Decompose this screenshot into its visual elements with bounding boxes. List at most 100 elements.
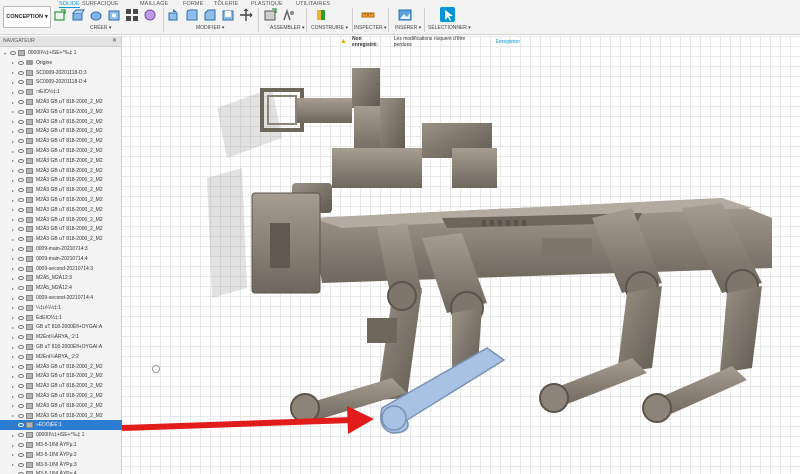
chevron-right-icon[interactable]: ▸ — [10, 335, 16, 340]
chevron-right-icon[interactable]: ▸ — [10, 60, 16, 65]
chevron-right-icon[interactable]: ▸ — [10, 139, 16, 144]
visibility-eye-icon[interactable] — [18, 256, 24, 261]
chevron-right-icon[interactable]: ▸ — [10, 384, 16, 389]
tree-node[interactable]: ▸ M2Ä3 GB uT 818-2000_2_M2 — [0, 205, 122, 215]
chevron-right-icon[interactable]: ▸ — [10, 462, 16, 467]
chevron-right-icon[interactable]: ▸ — [10, 149, 16, 154]
chevron-right-icon[interactable]: ▸ — [10, 80, 16, 85]
visibility-eye-icon[interactable] — [18, 423, 24, 428]
visibility-eye-icon[interactable] — [18, 227, 24, 232]
visibility-eye-icon[interactable] — [10, 51, 16, 55]
measure-icon[interactable] — [360, 7, 375, 22]
visibility-eye-icon[interactable] — [18, 168, 24, 173]
tree-node[interactable]: ▸ M2Ä3 GB uT 818-2000_2_M2 — [0, 107, 122, 117]
visibility-eye-icon[interactable] — [18, 452, 24, 457]
visibility-eye-icon[interactable] — [18, 462, 24, 467]
chevron-right-icon[interactable]: ▸ — [10, 433, 16, 438]
chevron-right-icon[interactable]: ▸ — [10, 364, 16, 369]
chevron-right-icon[interactable]: ▸ — [10, 227, 16, 232]
visibility-eye-icon[interactable] — [18, 129, 24, 134]
visibility-eye-icon[interactable] — [18, 90, 24, 95]
tree-node[interactable]: ▸ M2Ä3 GB uT 818-2000_2_M2 — [0, 97, 122, 107]
tree-root[interactable]: ▾ 0000II⅓‡+iSE+°‰‡ 1 — [0, 48, 122, 58]
tree-node[interactable]: ▸ M2Ä3 GB uT 818-2000_2_M2 — [0, 234, 122, 244]
tree-node[interactable]: ▸ SC0009-20201118-D:4 — [0, 77, 122, 87]
visibility-eye-icon[interactable] — [18, 374, 24, 379]
tree-node[interactable]: ▸ 0000II⅓‡+iSE+°‰‡ 1 — [0, 430, 122, 440]
visibility-eye-icon[interactable] — [18, 335, 24, 340]
tree-node[interactable]: ▸ M3-5-1INI ÄYPµ:3 — [0, 460, 122, 470]
visibility-eye-icon[interactable] — [18, 345, 24, 349]
insert-image-icon[interactable] — [397, 7, 412, 22]
joint-icon[interactable] — [280, 7, 295, 22]
tree-node[interactable]: ▸ M2Ènt¼ÀRYA_:2:2 — [0, 352, 122, 362]
visibility-eye-icon[interactable] — [18, 266, 24, 271]
visibility-eye-icon[interactable] — [18, 325, 24, 330]
visibility-eye-icon[interactable] — [18, 70, 24, 75]
chevron-right-icon[interactable]: ▸ — [10, 345, 16, 350]
visibility-eye-icon[interactable] — [18, 80, 24, 85]
visibility-eye-icon[interactable] — [18, 237, 24, 242]
chevron-right-icon[interactable]: ▸ — [10, 207, 16, 212]
tree-node[interactable]: ▸ GB uT 818-2000Èfl+OYGAI:A — [0, 322, 122, 332]
visibility-eye-icon[interactable] — [18, 305, 24, 310]
visibility-eye-icon[interactable] — [18, 433, 24, 438]
visibility-eye-icon[interactable] — [18, 109, 24, 114]
chevron-right-icon[interactable]: ▸ — [10, 354, 16, 359]
visibility-eye-icon[interactable] — [18, 276, 24, 281]
visibility-eye-icon[interactable] — [18, 247, 24, 251]
chevron-right-icon[interactable]: ▸ — [10, 100, 16, 105]
chevron-right-icon[interactable]: ▸ — [10, 158, 16, 163]
group-label-construire[interactable]: CONSTRUIRE ▾ — [311, 25, 348, 31]
save-button[interactable]: Enregistrer — [496, 39, 520, 45]
chevron-right-icon[interactable]: ▸ — [10, 423, 16, 428]
extrude-icon[interactable] — [70, 7, 85, 22]
tree-node[interactable]: ▸ GB uT 818-2000Èfl+OYGAI:A — [0, 342, 122, 352]
select-cursor-icon[interactable] — [440, 7, 455, 22]
chevron-right-icon[interactable]: ▸ — [10, 394, 16, 399]
visibility-eye-icon[interactable] — [18, 296, 24, 300]
visibility-eye-icon[interactable] — [18, 384, 24, 389]
move-icon[interactable] — [238, 7, 253, 22]
tree-node[interactable]: ▸ 0009-main-20210714:4 — [0, 254, 122, 264]
chevron-right-icon[interactable]: ▸ — [10, 305, 16, 310]
new-sketch-icon[interactable] — [52, 7, 67, 22]
visibility-eye-icon[interactable] — [18, 403, 24, 408]
press-pull-icon[interactable] — [166, 7, 181, 22]
chevron-right-icon[interactable]: ▸ — [10, 296, 16, 301]
visibility-eye-icon[interactable] — [18, 198, 24, 202]
hole-icon[interactable] — [106, 7, 121, 22]
chamfer-icon[interactable] — [202, 7, 217, 22]
tree-node[interactable]: ▸ 0009-main-20210714:3 — [0, 244, 122, 254]
tree-node[interactable]: ▸ M2Ä3 GB uT 818-2000_2_M2 — [0, 166, 122, 176]
chevron-right-icon[interactable]: ▸ — [10, 109, 16, 114]
close-icon[interactable]: ✕ — [112, 37, 117, 44]
fillet-icon[interactable] — [184, 7, 199, 22]
group-label-creer[interactable]: CRÉER ▾ — [90, 25, 111, 31]
chevron-right-icon[interactable]: ▸ — [10, 266, 16, 271]
chevron-right-icon[interactable]: ▸ — [10, 217, 16, 222]
visibility-eye-icon[interactable] — [18, 149, 24, 153]
tree-node[interactable]: ▸ M2Ä3 GB uT 818-2000_2_M2 — [0, 391, 122, 401]
revolve-icon[interactable] — [88, 7, 103, 22]
tree-node[interactable]: ▸ M2Ä3 GB uT 818-2000_2_M2 — [0, 185, 122, 195]
chevron-right-icon[interactable]: ▸ — [10, 237, 16, 242]
tree-node[interactable]: ▸ M2Ä5_M2Ä12:4 — [0, 283, 122, 293]
chevron-right-icon[interactable]: ▸ — [10, 70, 16, 75]
chevron-right-icon[interactable]: ▸ — [10, 325, 16, 330]
tree-node[interactable]: ▸ M2Ä3 GB uT 818-2000_2_M2 — [0, 195, 122, 205]
tree-node[interactable]: ▸ M2Ä5_M2Ä12:3 — [0, 273, 122, 283]
chevron-right-icon[interactable]: ▸ — [10, 129, 16, 134]
visibility-eye-icon[interactable] — [18, 443, 24, 447]
tree-node[interactable]: ▸ ¼‡ʊ¼⅓‡:1 — [0, 303, 122, 313]
tree-node[interactable]: ▸ M2Ä3 GB uT 818-2000_2_M2 — [0, 362, 122, 372]
group-label-inspecter[interactable]: INSPECTER ▾ — [354, 25, 387, 31]
chevron-right-icon[interactable]: ▸ — [10, 286, 16, 291]
tree-node[interactable]: ▸ M2Ä3 GB uT 818-2000_2_M2 — [0, 136, 122, 146]
chevron-down-icon[interactable]: ▾ — [2, 51, 8, 56]
tree-node[interactable]: ▸ M2Ä3 GB uT 818-2000_2_M2 — [0, 224, 122, 234]
tree-node[interactable]: ▸M3-5-1INI ÄYPµ:4 — [0, 469, 122, 474]
tree-node[interactable]: ▸ M3-5-1INI ÄYPµ:1 — [0, 440, 122, 450]
visibility-eye-icon[interactable] — [18, 364, 24, 369]
visibility-eye-icon[interactable] — [18, 60, 24, 65]
